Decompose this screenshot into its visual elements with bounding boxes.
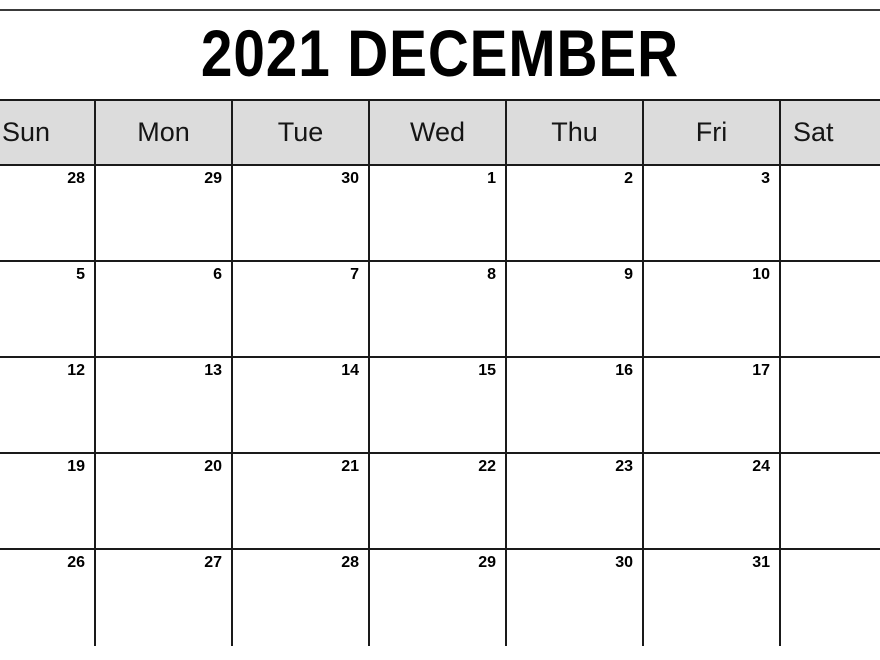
day-cell[interactable]: 28 xyxy=(0,166,96,260)
day-cell[interactable]: 6 xyxy=(96,262,233,356)
weekday-label: Tue xyxy=(277,117,324,147)
calendar-grid: Sun Mon Tue Wed Thu Fri Sat 28 29 30 1 2… xyxy=(0,99,880,646)
day-cell[interactable]: 26 xyxy=(0,550,96,646)
day-number: 24 xyxy=(752,458,770,475)
day-cell[interactable]: 23 xyxy=(507,454,644,548)
day-number: 30 xyxy=(341,170,359,187)
day-number: 28 xyxy=(341,554,359,571)
day-cell[interactable]: 27 xyxy=(96,550,233,646)
day-number: 28 xyxy=(67,170,85,187)
weekday-header-row: Sun Mon Tue Wed Thu Fri Sat xyxy=(0,101,880,166)
weekday-header-mon: Mon xyxy=(96,101,233,164)
day-number: 29 xyxy=(478,554,496,571)
weekday-label: Mon xyxy=(137,117,190,147)
day-number: 16 xyxy=(615,362,633,379)
day-cell[interactable]: 29 xyxy=(370,550,507,646)
week-row: 5 6 7 8 9 10 xyxy=(0,262,880,358)
calendar-title-band: 2021 DECEMBER xyxy=(0,11,880,99)
day-number: 17 xyxy=(752,362,770,379)
weekday-label: Fri xyxy=(695,117,728,147)
day-cell[interactable]: 1 xyxy=(370,166,507,260)
day-number: 23 xyxy=(615,458,633,475)
day-cell[interactable] xyxy=(781,262,880,356)
day-cell[interactable]: 21 xyxy=(233,454,370,548)
weekday-header-sat: Sat xyxy=(781,101,880,164)
day-number: 22 xyxy=(478,458,496,475)
day-number: 12 xyxy=(67,362,85,379)
day-cell[interactable]: 28 xyxy=(233,550,370,646)
day-number: 10 xyxy=(752,266,770,283)
day-cell[interactable]: 14 xyxy=(233,358,370,452)
day-cell[interactable]: 30 xyxy=(233,166,370,260)
day-cell[interactable]: 30 xyxy=(507,550,644,646)
day-cell[interactable]: 20 xyxy=(96,454,233,548)
day-cell[interactable] xyxy=(781,550,880,646)
day-cell[interactable]: 2 xyxy=(507,166,644,260)
day-number: 21 xyxy=(341,458,359,475)
day-cell[interactable]: 24 xyxy=(644,454,781,548)
day-cell[interactable]: 15 xyxy=(370,358,507,452)
week-row: 19 20 21 22 23 24 xyxy=(0,454,880,550)
weekday-header-sun: Sun xyxy=(0,101,96,164)
day-cell[interactable] xyxy=(781,358,880,452)
day-cell[interactable]: 7 xyxy=(233,262,370,356)
day-number: 20 xyxy=(204,458,222,475)
day-number: 13 xyxy=(204,362,222,379)
day-number: 9 xyxy=(624,266,633,283)
day-number: 15 xyxy=(478,362,496,379)
day-cell[interactable]: 9 xyxy=(507,262,644,356)
week-row: 28 29 30 1 2 3 xyxy=(0,166,880,262)
day-cell[interactable]: 8 xyxy=(370,262,507,356)
weekday-label: Sat xyxy=(793,117,834,147)
day-cell[interactable]: 12 xyxy=(0,358,96,452)
day-cell[interactable]: 19 xyxy=(0,454,96,548)
day-cell[interactable] xyxy=(781,454,880,548)
weekday-header-wed: Wed xyxy=(370,101,507,164)
day-number: 5 xyxy=(76,266,85,283)
day-number: 8 xyxy=(487,266,496,283)
day-cell[interactable]: 5 xyxy=(0,262,96,356)
weekday-label: Thu xyxy=(551,117,598,147)
day-number: 2 xyxy=(624,170,633,187)
day-cell[interactable]: 29 xyxy=(96,166,233,260)
day-number: 27 xyxy=(204,554,222,571)
day-cell[interactable] xyxy=(781,166,880,260)
day-cell[interactable]: 16 xyxy=(507,358,644,452)
week-row: 26 27 28 29 30 31 xyxy=(0,550,880,646)
weekday-header-tue: Tue xyxy=(233,101,370,164)
day-number: 3 xyxy=(761,170,770,187)
weekday-label: Sun xyxy=(2,117,51,147)
day-number: 6 xyxy=(213,266,222,283)
day-number: 31 xyxy=(752,554,770,571)
day-cell[interactable]: 10 xyxy=(644,262,781,356)
weekday-label: Wed xyxy=(409,117,466,147)
day-cell[interactable]: 13 xyxy=(96,358,233,452)
day-number: 7 xyxy=(350,266,359,283)
week-row: 12 13 14 15 16 17 xyxy=(0,358,880,454)
day-number: 26 xyxy=(67,554,85,571)
day-number: 29 xyxy=(204,170,222,187)
day-number: 14 xyxy=(341,362,359,379)
day-cell[interactable]: 31 xyxy=(644,550,781,646)
day-number: 30 xyxy=(615,554,633,571)
calendar-title: 2021 DECEMBER xyxy=(200,16,680,90)
day-cell[interactable]: 3 xyxy=(644,166,781,260)
weekday-header-thu: Thu xyxy=(507,101,644,164)
weekday-header-fri: Fri xyxy=(644,101,781,164)
day-number: 1 xyxy=(487,170,496,187)
day-cell[interactable]: 17 xyxy=(644,358,781,452)
day-cell[interactable]: 22 xyxy=(370,454,507,548)
calendar-page: 2021 DECEMBER Sun Mon Tue Wed Thu Fri Sa xyxy=(0,0,880,660)
day-number: 19 xyxy=(67,458,85,475)
